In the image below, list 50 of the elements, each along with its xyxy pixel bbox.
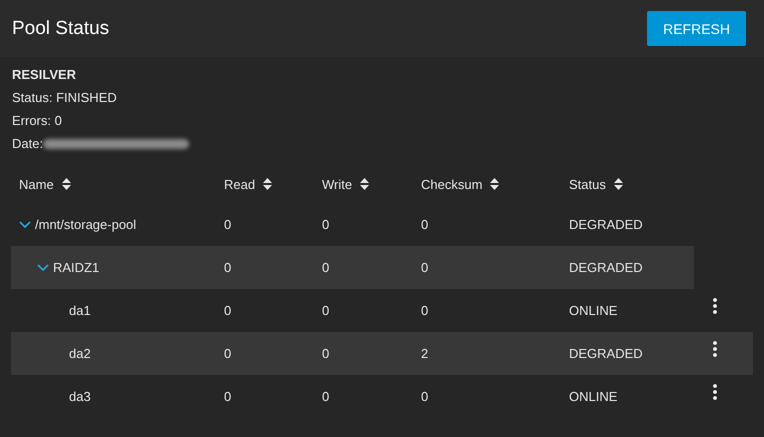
highlighted-row[interactable]: RAIDZ1 0 0 0 DEGRADED bbox=[11, 246, 694, 289]
more-options-icon[interactable] bbox=[713, 298, 717, 314]
table-row[interactable]: da3 0 0 0 ONLINE bbox=[11, 375, 753, 418]
table-cell-text: 0 bbox=[322, 217, 330, 232]
table-cell-text: 2 bbox=[421, 346, 430, 361]
table-cell-text: 0 bbox=[224, 346, 232, 361]
panel-title: Pool Status bbox=[12, 18, 110, 40]
table-cell-text: 0 bbox=[421, 217, 430, 232]
sort-icon[interactable] bbox=[62, 178, 71, 190]
more-options-icon[interactable] bbox=[713, 384, 717, 400]
status-cell-text: DEGRADED bbox=[569, 260, 644, 275]
name-cell: da1 bbox=[69, 303, 91, 318]
column-header[interactable]: Write bbox=[322, 176, 352, 192]
column-header[interactable]: Checksum bbox=[421, 176, 482, 192]
name-cell: RAIDZ1 bbox=[53, 260, 100, 275]
name-cell: da3 bbox=[69, 389, 91, 404]
scan-heading: RESILVER bbox=[12, 67, 78, 82]
sort-icon[interactable] bbox=[614, 178, 623, 190]
status-cell-text: ONLINE bbox=[569, 389, 618, 404]
table-row[interactable]: /mnt/storage-pool 0 0 0 DEGRADED bbox=[11, 203, 694, 246]
table-cell-text: 0 bbox=[421, 260, 430, 275]
scan-status: Status: FINISHED bbox=[12, 90, 118, 105]
table-cell-text: 0 bbox=[322, 346, 330, 361]
status-cell-text: DEGRADED bbox=[569, 217, 644, 232]
table-cell-text: 0 bbox=[224, 260, 232, 275]
status-cell-text: ONLINE bbox=[569, 303, 618, 318]
table-cell-text: 0 bbox=[224, 303, 232, 318]
table-cell-text: 0 bbox=[224, 217, 232, 232]
table-row[interactable]: da1 0 0 0 ONLINE bbox=[11, 289, 753, 332]
date-label: Date: bbox=[12, 136, 44, 151]
chevron-down-icon[interactable] bbox=[37, 264, 49, 272]
name-cell: da2 bbox=[69, 346, 91, 361]
status-cell-text: DEGRADED bbox=[569, 346, 644, 361]
table-cell-text: 0 bbox=[322, 389, 330, 404]
name-cell: /mnt/storage-pool bbox=[35, 217, 136, 232]
sort-icon[interactable] bbox=[360, 178, 370, 190]
table-cell-text: 0 bbox=[322, 260, 330, 275]
scan-errors: Errors: 0 bbox=[12, 113, 63, 128]
sort-icon[interactable] bbox=[263, 178, 272, 190]
column-header[interactable]: Read bbox=[224, 176, 256, 192]
column-header[interactable]: Status bbox=[569, 176, 606, 192]
sort-icon[interactable] bbox=[490, 178, 500, 190]
highlighted-row[interactable]: da2 0 0 2 DEGRADED bbox=[11, 332, 753, 375]
more-options-icon[interactable] bbox=[713, 340, 717, 356]
table-cell-text: 0 bbox=[421, 389, 430, 404]
column-header[interactable]: Name bbox=[19, 176, 54, 192]
table-cell-text: 0 bbox=[421, 303, 430, 318]
chevron-down-icon[interactable] bbox=[19, 220, 31, 228]
table-cell-text: 0 bbox=[322, 303, 330, 318]
table-cell-text: 0 bbox=[224, 389, 232, 404]
